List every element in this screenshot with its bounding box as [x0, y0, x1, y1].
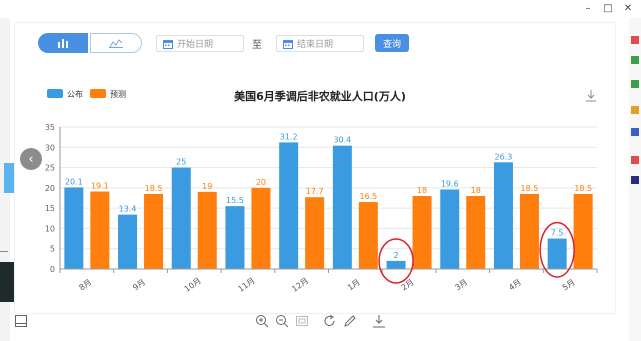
y-tick-label: 15 [45, 204, 55, 213]
chart-data-labels: 20.1 19.1 13.4 18.5 25 19 15.5 20 31.2 17.7 30.4 16… [65, 132, 592, 259]
data-label: 13.4 [119, 205, 137, 214]
published-bar[interactable] [118, 214, 138, 269]
data-label: 18.5 [521, 184, 539, 193]
x-tick-label: 1月 [346, 278, 362, 293]
x-tick-label: 11月 [236, 276, 256, 294]
data-label: 2 [394, 251, 399, 260]
data-label: 30.4 [333, 136, 351, 145]
forecast-bar[interactable] [466, 195, 486, 269]
x-tick-label: 8月 [77, 278, 93, 293]
published-bar[interactable] [279, 142, 299, 269]
chart-download-icon[interactable] [586, 90, 596, 102]
chart-legend[interactable]: 公布 预测 [47, 89, 126, 99]
x-tick-label: 9月 [131, 278, 147, 293]
x-tick-label: 2月 [400, 278, 416, 293]
download-icon[interactable] [372, 314, 386, 328]
data-label: 25 [176, 158, 186, 167]
legend-label[interactable]: 预测 [110, 89, 126, 99]
chart-bars [64, 142, 593, 269]
x-tick-label: 12月 [290, 276, 310, 294]
forecast-bar[interactable] [519, 193, 539, 269]
y-tick-label: 20 [45, 184, 55, 193]
forecast-bar[interactable] [305, 197, 325, 269]
zoom-reset-icon[interactable] [295, 314, 309, 328]
published-bar[interactable] [171, 167, 191, 269]
published-bar[interactable] [332, 145, 352, 269]
data-label: 19 [202, 182, 212, 191]
legend-swatch[interactable] [47, 89, 63, 98]
forecast-bar[interactable] [251, 187, 271, 269]
data-label: 26.3 [495, 152, 513, 161]
x-tick-label: 3月 [453, 278, 469, 293]
data-label: 31.2 [280, 132, 298, 141]
data-label: 18.5 [574, 184, 592, 193]
panel-icon[interactable] [14, 314, 28, 328]
x-tick-label: 5月 [561, 278, 577, 293]
refresh-icon[interactable] [323, 314, 337, 328]
data-label: 18.5 [145, 184, 163, 193]
y-tick-label: 0 [50, 265, 55, 274]
published-bar[interactable] [493, 162, 513, 269]
legend-swatch[interactable] [90, 89, 106, 98]
y-tick-label: 25 [45, 164, 55, 173]
published-bar[interactable] [386, 260, 406, 269]
chart-grid [60, 126, 597, 270]
pencil-icon[interactable] [343, 314, 357, 328]
data-label: 18 [471, 186, 481, 195]
y-tick-label: 30 [45, 143, 55, 152]
published-bar[interactable] [547, 238, 567, 269]
x-tick-label: 4月 [507, 278, 523, 293]
legend-label[interactable]: 公布 [67, 89, 83, 99]
y-tick-label: 5 [50, 245, 55, 254]
data-label: 16.5 [359, 192, 377, 201]
y-tick-label: 10 [45, 224, 55, 233]
data-label: 17.7 [306, 187, 324, 196]
zoom-out-icon[interactable] [275, 314, 289, 328]
forecast-bar[interactable] [197, 191, 217, 269]
published-bar[interactable] [440, 189, 460, 269]
data-label: 18 [417, 186, 427, 195]
published-bar[interactable] [225, 206, 245, 269]
data-label: 7.5 [551, 229, 564, 238]
data-label: 20 [256, 178, 266, 187]
bar-chart: 20.1 19.113.418.5251915.52031.217.730.416… [45, 89, 598, 294]
forecast-bar[interactable] [144, 193, 164, 269]
y-tick-label: 35 [45, 123, 55, 132]
forecast-bar[interactable] [573, 193, 593, 269]
data-label: 20.1 [65, 177, 83, 186]
zoom-in-icon[interactable] [255, 314, 269, 328]
forecast-bar[interactable] [90, 191, 110, 269]
data-label: 15.5 [226, 196, 244, 205]
chevron-left-icon[interactable]: ‹ [20, 148, 42, 170]
data-label: 19.6 [441, 179, 459, 188]
x-tick-label: 10月 [183, 276, 203, 294]
forecast-bar[interactable] [412, 195, 432, 269]
published-bar[interactable] [64, 187, 84, 269]
forecast-bar[interactable] [358, 202, 378, 269]
chart-title: 美国6月季调后非农就业人口(万人) [234, 89, 406, 103]
data-label: 19.1 [91, 182, 109, 191]
